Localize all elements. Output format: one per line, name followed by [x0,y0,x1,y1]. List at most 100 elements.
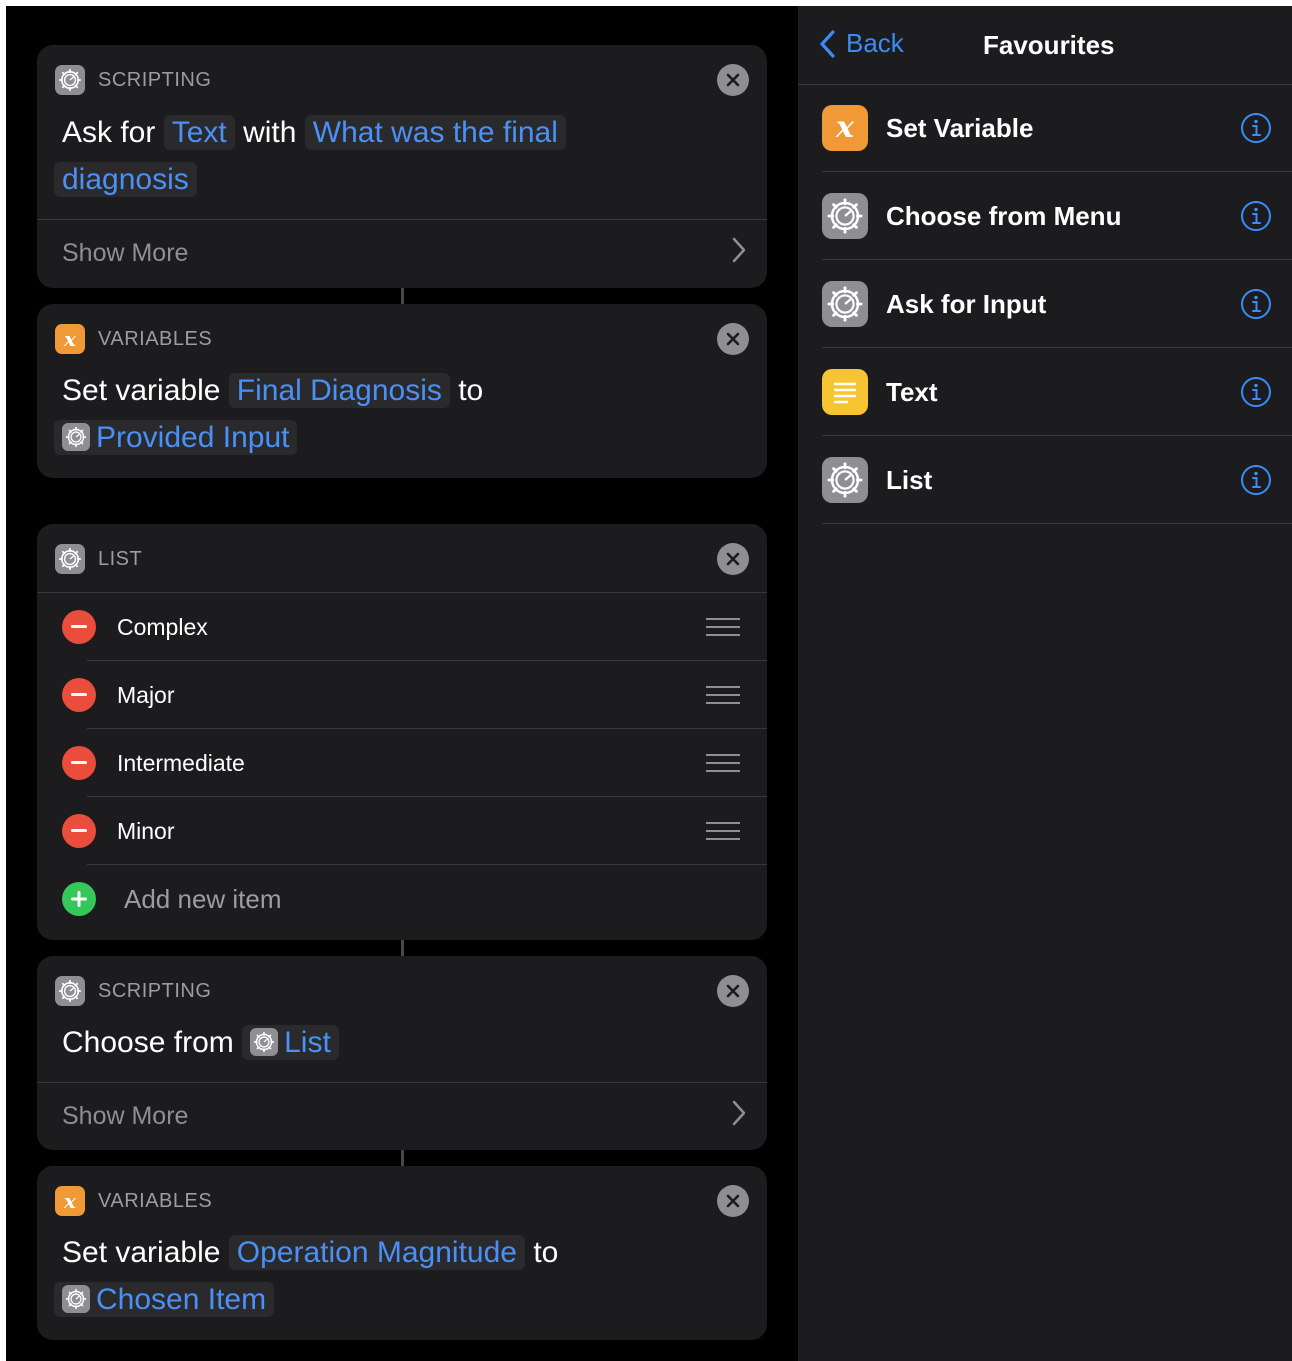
variable-x-icon: x [822,105,868,151]
action-verb: Set variable [62,1236,221,1269]
prompt-token-continued[interactable]: diagnosis [54,162,197,197]
info-icon[interactable] [1240,200,1272,232]
card-header: x VARIABLES [55,1186,212,1216]
category-label: SCRIPTING [98,979,212,1002]
list-item[interactable]: Major [62,661,767,729]
add-item-placeholder[interactable]: Add new item [124,884,767,915]
info-icon[interactable] [1240,376,1272,408]
reorder-handle-icon[interactable] [706,680,740,710]
minus-icon [71,625,87,628]
magic-variable-token[interactable]: Provided Input [54,420,298,455]
add-item-button[interactable] [62,882,96,916]
delete-item-button[interactable] [62,746,96,780]
list-item-text[interactable]: Intermediate [117,750,706,777]
favourite-item-set-variable[interactable]: x Set Variable [822,84,1292,172]
gear-icon [62,423,90,451]
card-header: LIST [55,544,142,574]
action-card-ask-for-input[interactable]: SCRIPTING Ask for Text with What was the… [37,45,767,288]
flow-connector [401,1150,404,1166]
minus-icon [71,693,87,696]
list-item[interactable]: Minor [62,797,767,865]
delete-item-button[interactable] [62,610,96,644]
back-button[interactable]: Back [818,28,904,59]
card-header: SCRIPTING [55,976,211,1006]
prompt-token[interactable]: What was the final [304,115,566,150]
show-more-label: Show More [62,1101,189,1130]
show-more-label: Show More [62,238,189,267]
add-item-row[interactable]: Add new item [62,865,767,933]
app-frame: SCRIPTING Ask for Text with What was the… [6,6,1292,1361]
navigation-bar: Back Favourites [798,6,1292,85]
row-divider [822,523,1292,524]
page-title: Favourites [983,30,1115,60]
reorder-handle-icon[interactable] [706,816,740,846]
chevron-right-icon [731,1099,747,1134]
action-text: Ask for Text with What was the final dia… [54,109,747,203]
variable-name-token[interactable]: Operation Magnitude [228,1235,525,1270]
chevron-right-icon [731,236,747,271]
gear-icon [55,544,85,574]
favourite-item-ask-for-input[interactable]: Ask for Input [822,260,1292,348]
gear-icon [822,193,868,239]
gear-icon [250,1028,279,1056]
action-card-list[interactable]: LIST Complex Major Intermediate Minor Ad… [37,524,767,940]
info-icon[interactable] [1240,288,1272,320]
remove-action-button[interactable] [717,1185,749,1217]
chevron-left-icon [820,29,835,58]
list-item-text[interactable]: Complex [117,614,706,641]
gear-icon [55,65,85,95]
info-icon[interactable] [1240,112,1272,144]
list-item-text[interactable]: Major [117,682,706,709]
list-item[interactable]: Intermediate [62,729,767,797]
action-verb: Set variable [62,374,221,407]
show-more-button[interactable]: Show More [62,1086,747,1146]
input-type-token[interactable]: Text [163,115,235,150]
minus-icon [71,761,87,764]
action-connector-word: to [533,1236,559,1269]
flow-connector [401,288,404,304]
remove-action-button[interactable] [717,975,749,1007]
reorder-handle-icon[interactable] [706,748,740,778]
favourite-item-text[interactable]: Text [822,348,1292,436]
category-label: VARIABLES [98,1189,213,1212]
info-icon[interactable] [1240,464,1272,496]
magic-variable-label: Provided Input [96,421,290,454]
favourite-item-list[interactable]: List [822,436,1292,524]
list-item-text[interactable]: Minor [117,818,706,845]
shortcut-editor: SCRIPTING Ask for Text with What was the… [6,6,798,1361]
close-icon [726,332,740,346]
show-more-button[interactable]: Show More [62,223,747,283]
action-card-choose-from-list[interactable]: SCRIPTING Choose from List Show More [37,956,767,1150]
remove-action-button[interactable] [717,543,749,575]
close-icon [726,552,740,566]
action-verb: Choose from [62,1026,234,1059]
magic-variable-token[interactable]: Chosen Item [54,1282,275,1317]
magic-variable-label: List [284,1026,331,1059]
action-card-set-variable[interactable]: x VARIABLES Set variable Final Diagnosis… [37,304,767,478]
gear-icon [62,1285,90,1313]
variable-x-icon: x [55,324,85,354]
flow-connector [401,940,404,956]
gear-icon [822,281,868,327]
action-text: Choose from List [62,1019,747,1066]
card-divider [37,1082,767,1083]
magic-variable-token[interactable]: List [242,1025,339,1060]
back-label: Back [846,28,904,58]
action-verb: Ask for [62,116,156,149]
category-label: LIST [98,547,143,570]
favourite-item-label: Set Variable [886,112,1034,143]
list-item[interactable]: Complex [62,593,767,661]
delete-item-button[interactable] [62,678,96,712]
minus-icon [71,829,87,832]
variable-name-token[interactable]: Final Diagnosis [228,373,450,408]
card-divider [37,219,767,220]
delete-item-button[interactable] [62,814,96,848]
plus-icon [71,891,87,907]
favourite-item-choose-from-menu[interactable]: Choose from Menu [822,172,1292,260]
action-card-set-variable[interactable]: x VARIABLES Set variable Operation Magni… [37,1166,767,1340]
card-header: SCRIPTING [55,65,211,95]
reorder-handle-icon[interactable] [706,612,740,642]
action-text: Set variable Operation Magnitude to Chos… [54,1229,747,1323]
remove-action-button[interactable] [717,323,749,355]
remove-action-button[interactable] [717,64,749,96]
